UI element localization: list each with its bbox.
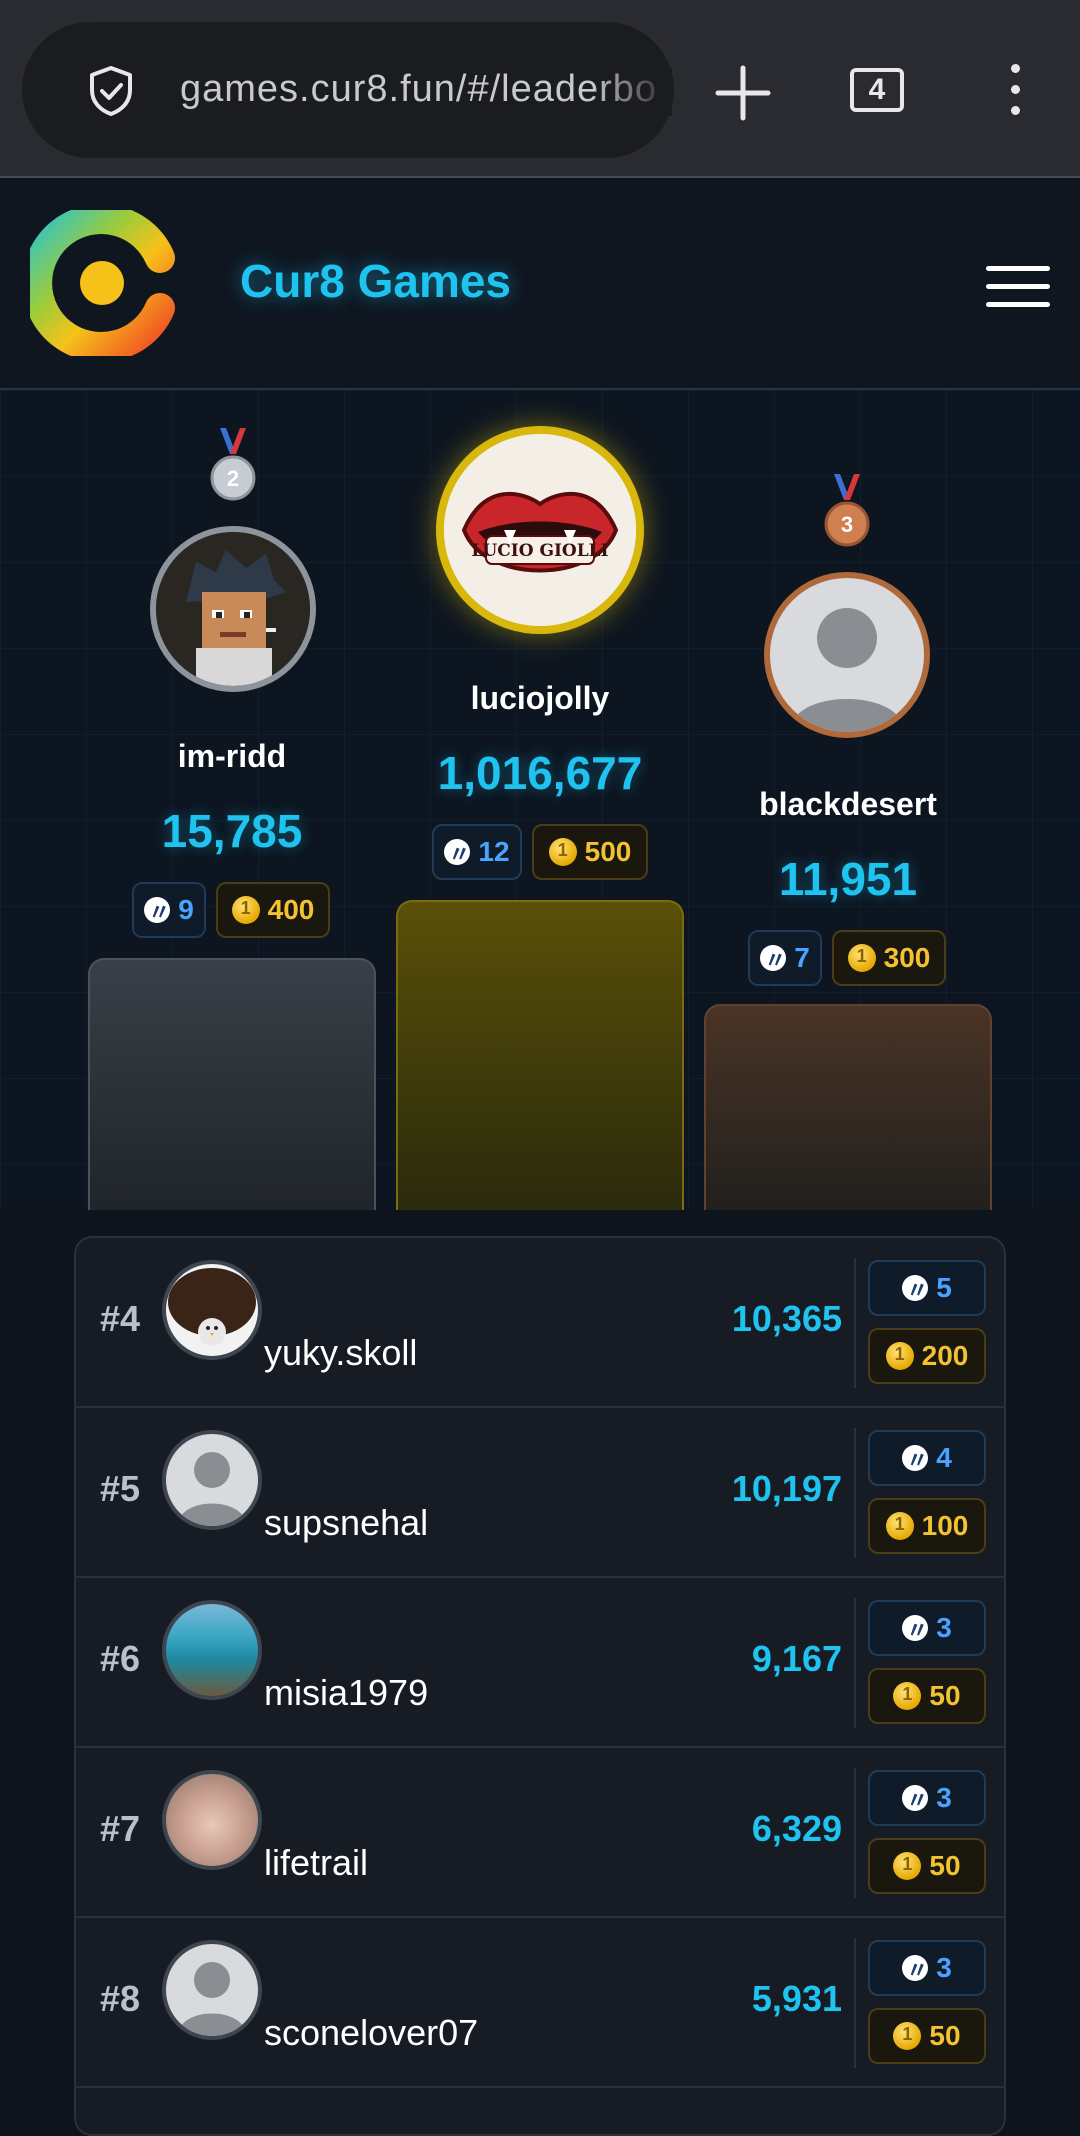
table-row[interactable]: #6 misia1979 9,167 3 50 (76, 1578, 1004, 1748)
hive-icon (760, 943, 786, 975)
score: 10,365 (731, 1298, 842, 1339)
app-header: Cur8 Games (0, 180, 1080, 390)
lips-avatar: LUCIO GIOLLI (444, 434, 636, 626)
avatar[interactable] (162, 1770, 262, 1870)
rank-label: #7 (100, 1808, 141, 1849)
score: 9,167 (751, 1638, 842, 1679)
hive-chip: 4 (868, 1430, 986, 1486)
brand-title[interactable]: Cur8 Games (240, 254, 511, 308)
avatar[interactable] (162, 1430, 262, 1530)
podium-coin-chip-2: 400 (216, 882, 330, 938)
username[interactable]: lifetrail (264, 1842, 368, 1884)
coin-icon (893, 1682, 922, 1710)
rank-label: #5 (100, 1468, 141, 1509)
medal-icon: 2 (210, 428, 256, 501)
svg-text:2: 2 (227, 466, 239, 491)
table-row[interactable]: #5 supsnehal 10,197 4 100 (76, 1408, 1004, 1578)
coin-chip: 50 (868, 2008, 986, 2064)
hamburger-icon[interactable] (986, 266, 1050, 310)
divider (854, 1768, 856, 1898)
podium-coin-chip-3: 300 (832, 930, 946, 986)
coin-chip: 100 (868, 1498, 986, 1554)
podium-hive-chip-1: 12 (432, 824, 522, 880)
coin-chip: 50 (868, 1668, 986, 1724)
hive-icon (144, 895, 170, 927)
hive-chip: 5 (868, 1260, 986, 1316)
divider (854, 1428, 856, 1558)
podium-name-3[interactable]: blackdesert (698, 786, 998, 823)
podium-block-3 (704, 1004, 992, 1210)
coin-chip: 50 (868, 1838, 986, 1894)
username[interactable]: yuky.skoll (264, 1332, 417, 1374)
hive-chip: 3 (868, 1770, 986, 1826)
podium-name-2[interactable]: im-ridd (82, 738, 382, 775)
podium: 2 im-ridd 15,785 9 400 LUCIO GIOLLI (0, 390, 1080, 1210)
coin-icon (847, 944, 876, 972)
podium-avatar-2[interactable] (150, 526, 316, 692)
podium-coin-chip-1: 500 (532, 824, 648, 880)
coin-icon (231, 896, 260, 924)
coin-icon (548, 838, 577, 866)
hive-icon (902, 1953, 928, 1985)
avatar[interactable] (162, 1940, 262, 2040)
more-vert-icon[interactable] (1000, 64, 1030, 120)
avatar[interactable] (162, 1260, 262, 1360)
table-row[interactable]: #7 lifetrail 6,329 3 50 (76, 1748, 1004, 1918)
coin-chip: 200 (868, 1328, 986, 1384)
podium-avatar-1[interactable]: LUCIO GIOLLI (436, 426, 644, 634)
podium-score-2: 15,785 (161, 805, 303, 857)
hive-chip: 3 (868, 1940, 986, 1996)
hive-icon (444, 837, 470, 869)
hive-icon (902, 1783, 928, 1815)
coin-icon (893, 2022, 922, 2050)
podium-hive-chip-2: 9 (132, 882, 206, 938)
username[interactable]: supsnehal (264, 1502, 428, 1544)
table-row[interactable]: #4 yuky.skoll 10,365 5 200 (76, 1238, 1004, 1408)
hive-icon (902, 1443, 928, 1475)
podium-block-2 (88, 958, 376, 1210)
score: 5,931 (751, 1978, 842, 2019)
svg-text:3: 3 (841, 512, 853, 537)
divider (854, 1598, 856, 1728)
podium-avatar-3[interactable] (764, 572, 930, 738)
podium-hive-chip-3: 7 (748, 930, 822, 986)
score: 6,329 (751, 1808, 842, 1849)
default-avatar (790, 608, 904, 732)
hive-icon (902, 1613, 928, 1645)
divider (854, 1938, 856, 2068)
divider (854, 1258, 856, 1388)
pixel-avatar (156, 532, 310, 686)
podium-score-3: 11,951 (778, 853, 918, 905)
avatar-lettering: LUCIO GIOLLI (471, 541, 608, 561)
podium-name-1[interactable]: luciojolly (390, 680, 690, 717)
browser-toolbar: games.cur8.fun/#/leaderbo 4 (0, 0, 1080, 178)
username[interactable]: sconelover07 (264, 2012, 478, 2054)
shield-icon[interactable] (84, 64, 138, 118)
hive-icon (902, 1273, 928, 1305)
cur8-logo[interactable] (30, 210, 176, 356)
plus-icon[interactable] (712, 62, 774, 124)
leaderboard-list: #4 yuky.skoll 10,365 5 200 #5 supsnehal … (74, 1236, 1006, 2136)
score: 10,197 (731, 1468, 842, 1509)
tabs-icon[interactable]: 4 (850, 68, 904, 112)
table-row[interactable]: #8 sconelover07 5,931 3 50 (76, 1918, 1004, 2088)
coin-icon (885, 1342, 914, 1370)
medal-icon: 3 (824, 474, 870, 547)
hive-chip: 3 (868, 1600, 986, 1656)
username[interactable]: misia1979 (264, 1672, 428, 1714)
url-text[interactable]: games.cur8.fun/#/leaderbo (180, 68, 672, 116)
coin-icon (893, 1852, 922, 1880)
address-bar[interactable]: games.cur8.fun/#/leaderbo (22, 22, 674, 158)
rank-label: #8 (100, 1978, 141, 2019)
podium-block-1 (396, 900, 684, 1210)
rank-label: #6 (100, 1638, 141, 1679)
podium-score-1: 1,016,677 (437, 747, 643, 799)
avatar[interactable] (162, 1600, 262, 1700)
coin-icon (885, 1512, 914, 1540)
rank-label: #4 (100, 1298, 141, 1339)
